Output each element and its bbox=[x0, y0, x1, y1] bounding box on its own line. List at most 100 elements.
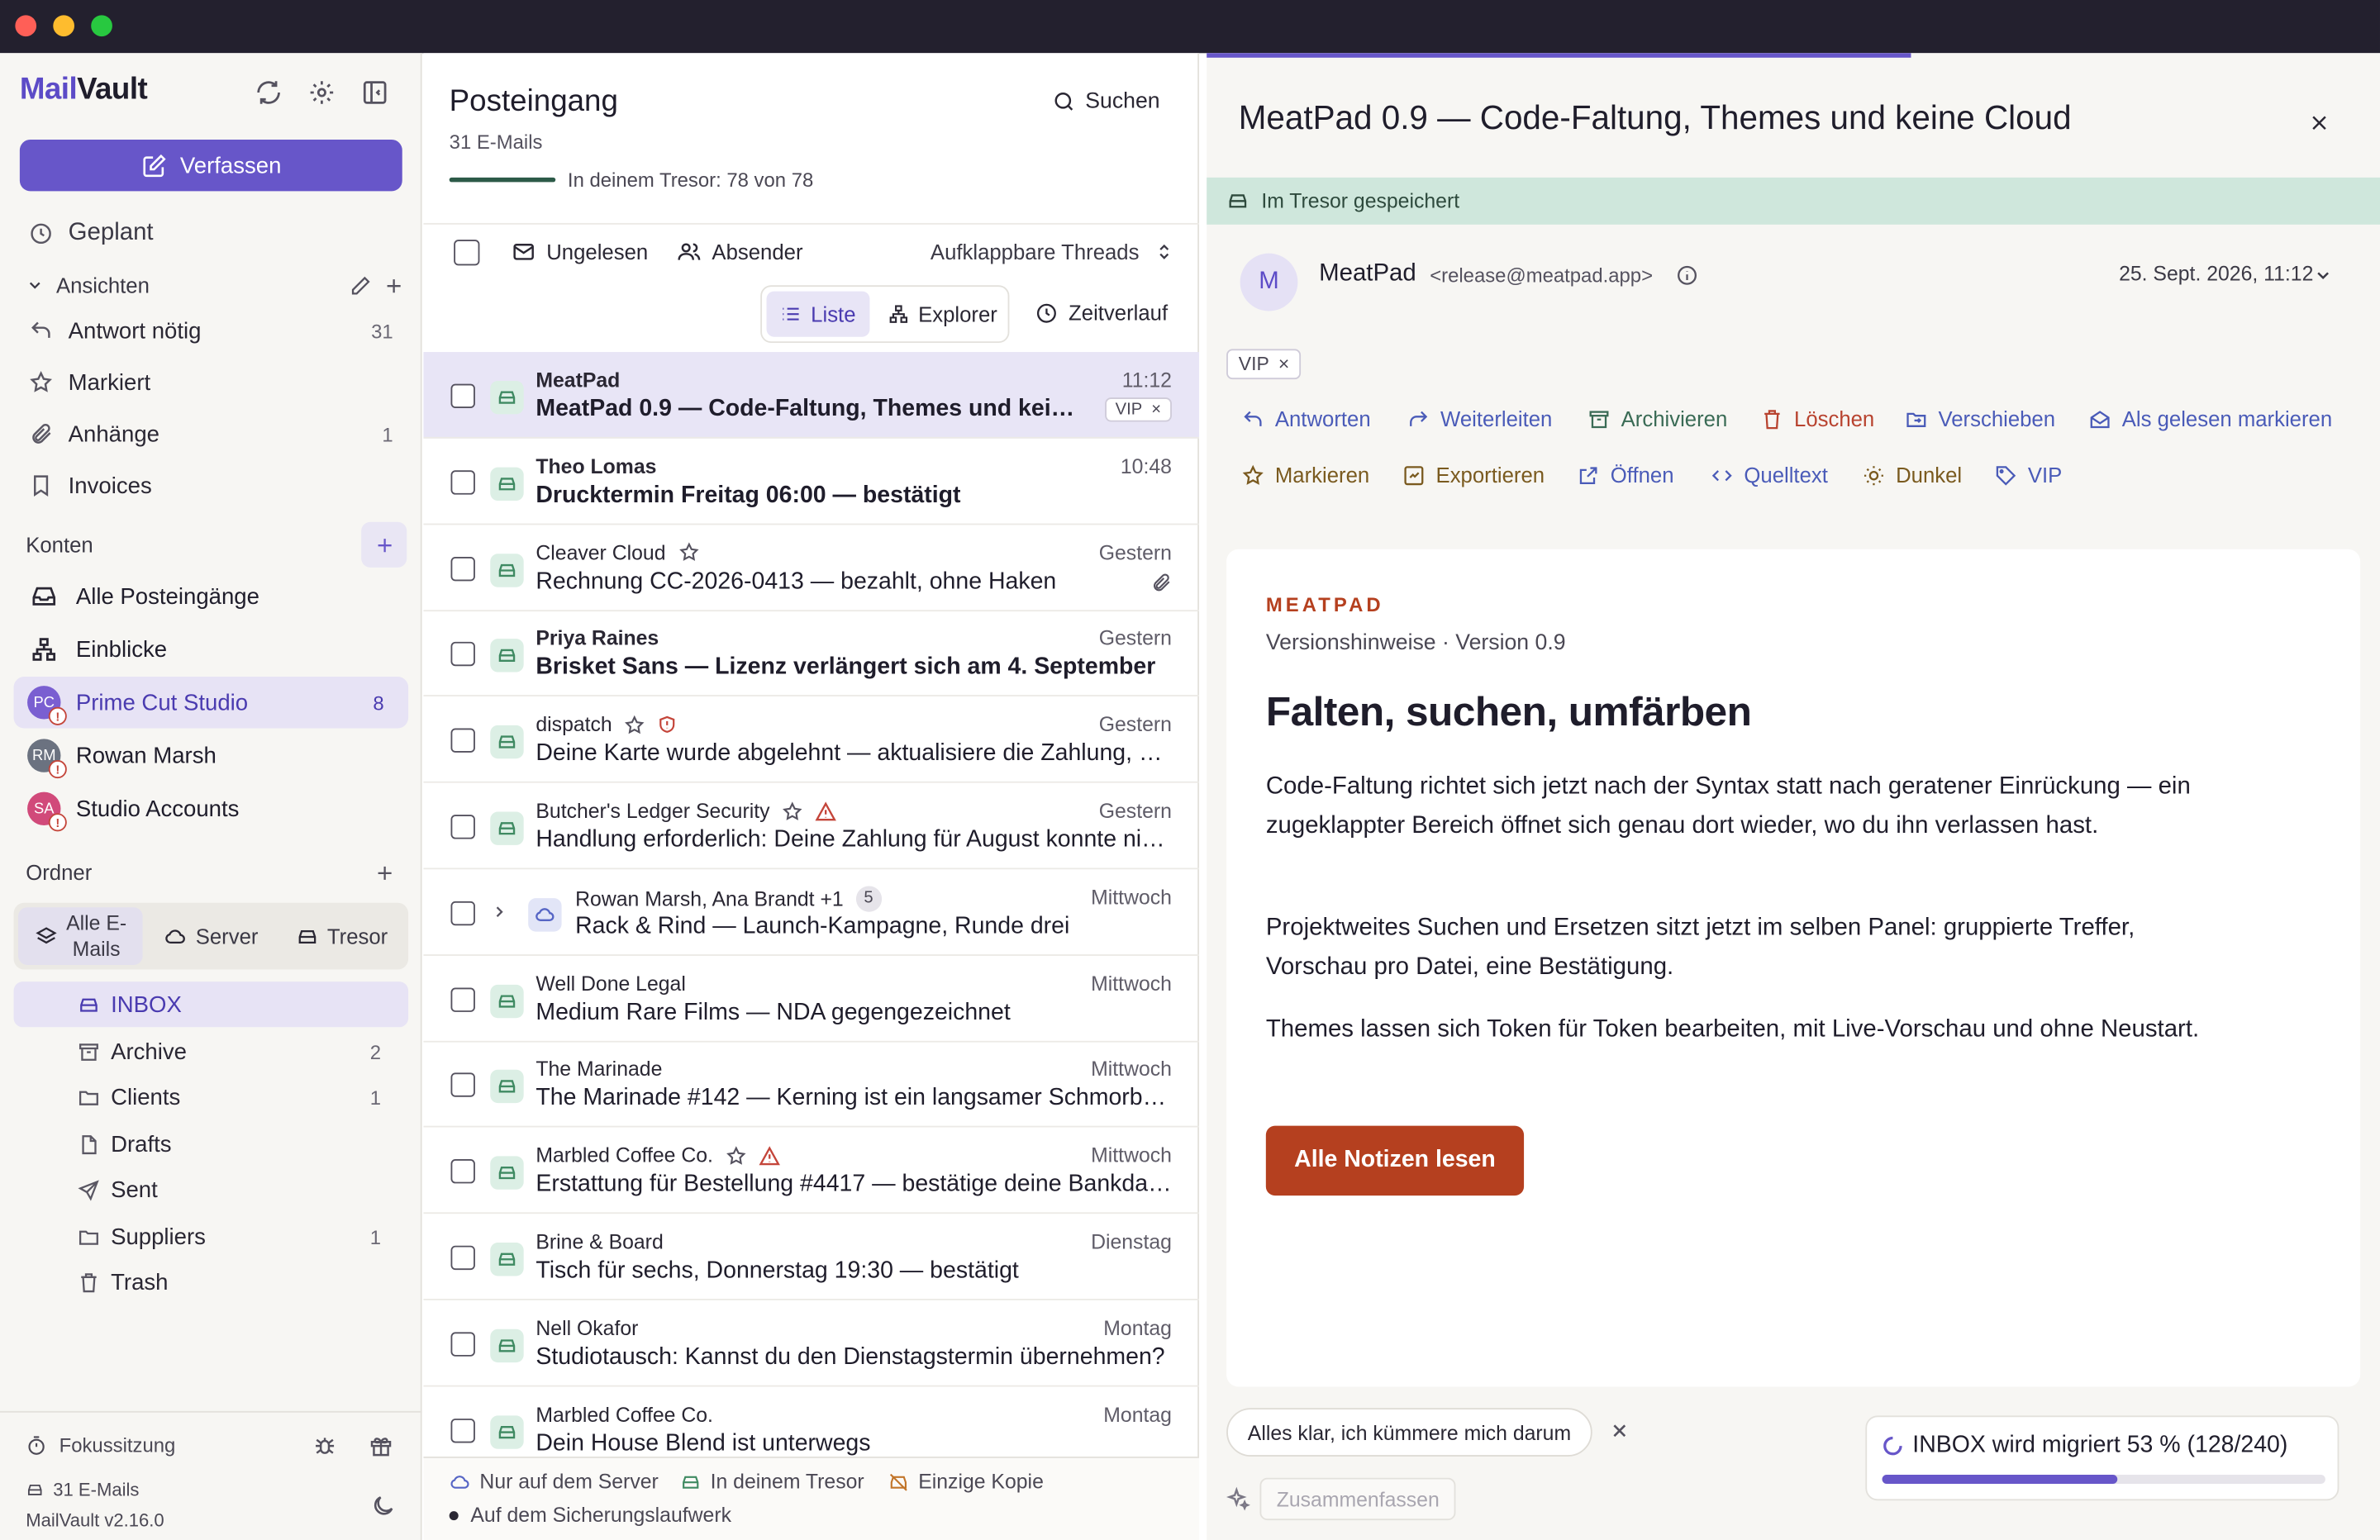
flag-button[interactable]: Markieren bbox=[1241, 457, 1369, 493]
row-checkbox[interactable] bbox=[450, 469, 475, 495]
folder-drafts[interactable]: Drafts bbox=[14, 1121, 409, 1167]
open-button[interactable]: Öffnen bbox=[1577, 457, 1674, 493]
read-all-notes-button[interactable]: Alle Notizen lesen bbox=[1265, 1125, 1525, 1196]
account-studio-accounts[interactable]: SA! Studio Accounts bbox=[14, 783, 409, 834]
add-account-button[interactable] bbox=[361, 521, 407, 568]
refresh-icon[interactable] bbox=[252, 76, 285, 109]
row-checkbox[interactable] bbox=[450, 901, 475, 925]
gear-icon[interactable] bbox=[305, 76, 338, 109]
star-icon[interactable] bbox=[782, 801, 803, 822]
account-rowan-marsh[interactable]: RM! Rowan Marsh bbox=[14, 730, 409, 781]
sender-email[interactable]: <release@meatpad.app> bbox=[1430, 264, 1653, 288]
message-row[interactable]: Priya Raines Brisket Sans — Lizenz verlän… bbox=[423, 611, 1200, 697]
folder-inbox[interactable]: INBOX bbox=[13, 982, 409, 1028]
tag-vip-chip[interactable]: VIP × bbox=[1226, 349, 1302, 380]
chevron-down-icon[interactable] bbox=[2313, 265, 2333, 285]
folder-archive[interactable]: Archive 2 bbox=[14, 1029, 409, 1074]
archive-button[interactable]: Archivieren bbox=[1587, 401, 1727, 437]
chevron-right-icon[interactable] bbox=[490, 902, 508, 920]
row-tag-chip[interactable]: VIP × bbox=[1104, 397, 1172, 422]
account-insights[interactable]: Einblicke bbox=[14, 624, 409, 675]
scope-all-mails[interactable]: Alle E- Mails bbox=[18, 907, 143, 965]
select-all-checkbox[interactable] bbox=[454, 240, 480, 266]
message-row[interactable]: The Marinade The Marinade #142 — Kerning … bbox=[423, 1042, 1200, 1129]
star-icon[interactable] bbox=[624, 714, 645, 735]
zoom-window-button[interactable] bbox=[91, 15, 112, 37]
message-row[interactable]: Brine & Board Tisch für sechs, Donnerstag… bbox=[423, 1214, 1200, 1300]
close-window-button[interactable] bbox=[15, 15, 37, 37]
view-explorer-button[interactable]: Explorer bbox=[880, 292, 1005, 337]
message-row[interactable]: Cleaver Cloud Rechnung CC-2026-0413 — bez… bbox=[423, 525, 1200, 611]
message-row[interactable]: Rowan Marsh, Ana Brandt +1 5 Rack & Rind —… bbox=[423, 869, 1200, 956]
info-icon[interactable] bbox=[1676, 264, 1699, 288]
message-row[interactable]: Well Done Legal Medium Rare Films — NDA g… bbox=[423, 955, 1200, 1042]
message-row[interactable]: Theo Lomas Drucktermin Freitag 06:00 — be… bbox=[423, 438, 1200, 525]
forward-button[interactable]: Weiterleiten bbox=[1407, 401, 1552, 437]
view-starred[interactable]: Markiert bbox=[26, 361, 421, 403]
message-row[interactable]: Nell Okafor Studiotausch: Kannst du den D… bbox=[423, 1300, 1200, 1387]
remove-tag-icon[interactable]: × bbox=[1278, 354, 1289, 375]
row-checkbox[interactable] bbox=[450, 642, 475, 667]
account-all-inboxes[interactable]: Alle Posteingänge bbox=[14, 571, 409, 622]
star-icon[interactable] bbox=[726, 1145, 747, 1167]
row-checkbox[interactable] bbox=[450, 1418, 475, 1443]
row-checkbox[interactable] bbox=[450, 1245, 475, 1271]
row-tag-label: VIP bbox=[1115, 400, 1143, 419]
star-icon[interactable] bbox=[678, 542, 699, 563]
scope-vault[interactable]: Tresor bbox=[279, 907, 404, 965]
row-checkbox[interactable] bbox=[450, 728, 475, 753]
view-timeline-button[interactable]: Zeitverlauf bbox=[1035, 301, 1168, 325]
message-row[interactable]: MeatPad MeatPad 0.9 — Code-Faltung, Theme… bbox=[423, 352, 1200, 439]
mark-read-button[interactable]: Als gelesen markieren bbox=[2088, 401, 2332, 437]
views-section-toggle[interactable]: Ansichten bbox=[26, 273, 150, 297]
export-button[interactable]: Exportieren bbox=[1402, 457, 1545, 493]
nav-scheduled[interactable]: Geplant bbox=[26, 212, 154, 254]
row-checkbox[interactable] bbox=[450, 986, 475, 1012]
scope-server[interactable]: Server bbox=[150, 907, 272, 965]
add-view-icon[interactable] bbox=[377, 269, 410, 302]
focus-session-button[interactable]: Fokussitzung bbox=[26, 1433, 175, 1457]
filter-unread[interactable]: Ungelesen bbox=[512, 240, 648, 264]
row-checkbox[interactable] bbox=[450, 1159, 475, 1184]
search-button[interactable]: Suchen bbox=[1052, 89, 1160, 114]
dark-button[interactable]: Dunkel bbox=[1863, 457, 1962, 493]
add-folder-icon[interactable] bbox=[367, 856, 400, 889]
edit-views-icon[interactable] bbox=[343, 269, 376, 302]
account-prime-cut-studio[interactable]: PC! Prime Cut Studio 8 bbox=[13, 677, 409, 729]
vip-button[interactable]: VIP bbox=[1994, 457, 2062, 493]
folder-trash[interactable]: Trash bbox=[14, 1259, 409, 1305]
message-row[interactable]: Marbled Coffee Co. Erstattung für Bestell… bbox=[423, 1128, 1200, 1214]
delete-button[interactable]: Löschen bbox=[1761, 401, 1874, 437]
folder-clients[interactable]: Clients 1 bbox=[14, 1074, 409, 1119]
row-checkbox[interactable] bbox=[450, 815, 475, 839]
row-checkbox[interactable] bbox=[450, 556, 475, 581]
row-time: Mittwoch bbox=[1091, 972, 1172, 995]
minimize-window-button[interactable] bbox=[53, 15, 74, 37]
dismiss-quick-reply-icon[interactable] bbox=[1609, 1420, 1630, 1442]
source-button[interactable]: Quelltext bbox=[1711, 457, 1828, 493]
gift-icon[interactable] bbox=[364, 1429, 397, 1462]
folder-sent[interactable]: Sent bbox=[14, 1167, 409, 1212]
row-checkbox[interactable] bbox=[450, 1332, 475, 1357]
close-icon[interactable] bbox=[2302, 107, 2335, 140]
move-button[interactable]: Verschieben bbox=[1905, 401, 2055, 437]
summarize-button[interactable]: Zusammenfassen bbox=[1259, 1477, 1456, 1521]
collapse-sidebar-icon[interactable] bbox=[358, 76, 391, 109]
view-invoices[interactable]: Invoices bbox=[26, 464, 421, 506]
view-attachments[interactable]: Anhänge 1 bbox=[26, 413, 421, 455]
compose-button[interactable]: Verfassen bbox=[19, 139, 402, 192]
view-reply-needed[interactable]: Antwort nötig 31 bbox=[26, 310, 421, 352]
view-list-button[interactable]: Liste bbox=[766, 291, 870, 337]
bug-icon[interactable] bbox=[308, 1429, 341, 1462]
message-row[interactable]: Butcher's Ledger Security Handlung erford… bbox=[423, 783, 1200, 870]
reply-button[interactable]: Antworten bbox=[1241, 401, 1371, 437]
threads-select[interactable]: Aufklappbare Threads bbox=[931, 240, 1173, 264]
quick-reply-chip[interactable]: Alles klar, ich kümmere mich darum bbox=[1226, 1408, 1592, 1457]
row-checkbox[interactable] bbox=[450, 383, 475, 409]
folder-suppliers[interactable]: Suppliers 1 bbox=[14, 1214, 409, 1259]
row-checkbox[interactable] bbox=[450, 1073, 475, 1098]
sender-name[interactable]: MeatPad bbox=[1319, 261, 1416, 288]
message-row[interactable]: dispatch Deine Karte wurde abgelehnt — ak… bbox=[423, 696, 1200, 783]
moon-icon[interactable] bbox=[366, 1489, 399, 1522]
filter-sender[interactable]: Absender bbox=[677, 240, 803, 264]
